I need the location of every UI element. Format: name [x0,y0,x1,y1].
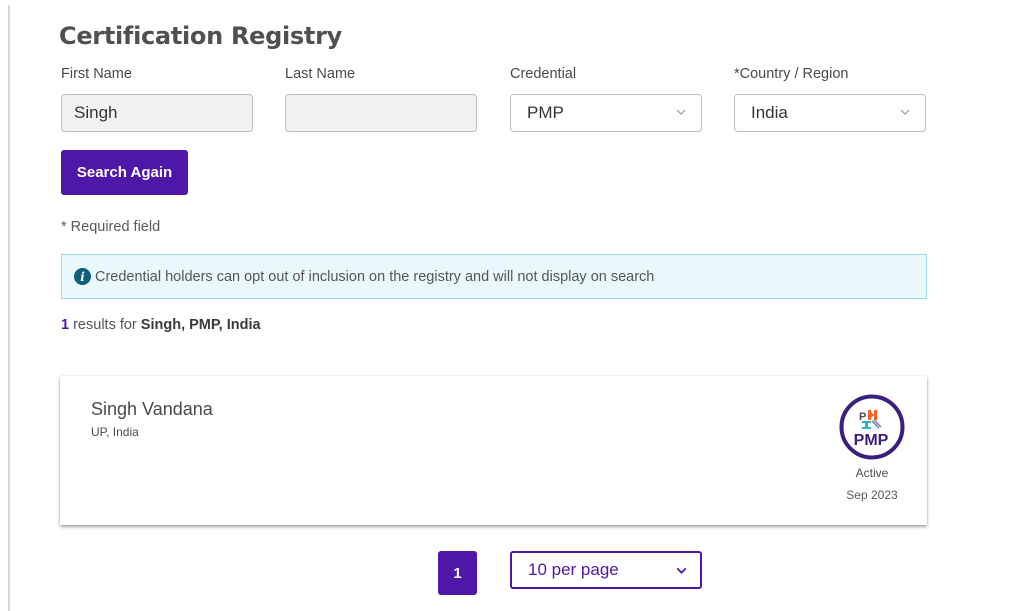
holder-name: Singh Vandana [91,399,213,419]
results-label: results for [69,317,141,333]
last-name-input[interactable] [285,94,477,132]
credential-value: PMP [527,103,564,122]
result-card[interactable]: Singh Vandana UP, India P PMP Active Sep… [60,376,927,525]
results-count: 1 [61,317,70,333]
country-field: *Country / Region India [734,66,926,132]
first-name-input[interactable]: Singh [61,94,253,132]
first-name-value: Singh [74,103,118,122]
holder-location: UP, India [91,425,139,439]
results-summary: 1 results for Singh, PMP, India [61,317,261,333]
first-name-field: First Name Singh [61,66,253,132]
credential-label: Credential [510,66,577,82]
page-title: Certification Registry [59,22,342,50]
page-left-border [8,5,10,611]
country-value: India [751,103,788,122]
results-query: Singh, PMP, India [140,317,261,333]
credential-select[interactable]: PMP [510,94,702,132]
country-select[interactable]: India [734,94,926,132]
last-name-field: Last Name [285,66,477,132]
credential-field: Credential PMP [510,66,702,132]
certification-date: Sep 2023 [846,488,898,502]
per-page-select[interactable]: 10 per page [510,551,702,589]
info-banner-text: Credential holders can opt out of inclus… [95,268,655,285]
search-again-button[interactable]: Search Again [61,150,188,195]
required-field-note: * Required field [61,219,161,235]
info-banner: i Credential holders can opt out of incl… [61,254,927,299]
first-name-label: First Name [61,66,132,82]
chevron-down-icon [676,567,687,574]
per-page-value: 10 per page [528,560,619,579]
last-name-label: Last Name [285,66,356,82]
page-1-button[interactable]: 1 [438,551,477,595]
info-icon: i [74,268,91,285]
credential-badge-block: P PMP Active Sep 2023 [839,394,905,502]
certification-status: Active [855,466,889,480]
pmp-badge-icon: P PMP [839,394,905,460]
chevron-down-icon [676,109,686,115]
chevron-down-icon [900,109,910,115]
country-label: *Country / Region [734,66,849,82]
badge-label: PMP [854,432,889,449]
